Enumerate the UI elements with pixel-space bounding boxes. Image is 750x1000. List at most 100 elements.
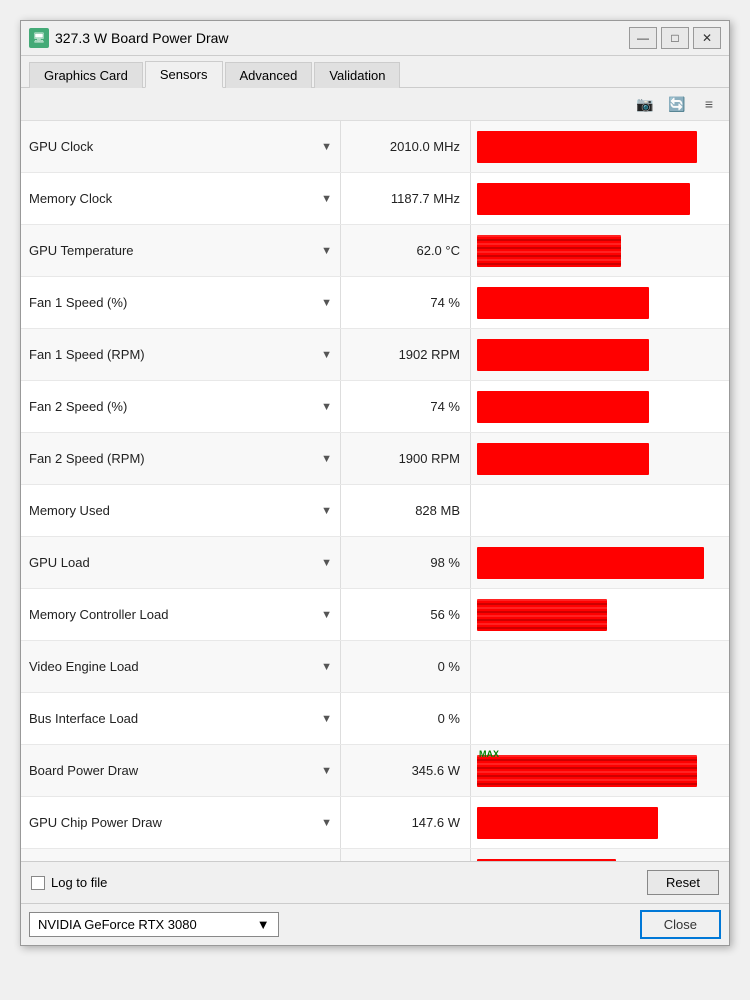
sensor-value: 2010.0 MHz xyxy=(341,121,471,172)
sensor-bar-container xyxy=(471,797,729,848)
sensor-name-text: GPU Temperature xyxy=(29,243,134,258)
max-label: MAX xyxy=(479,749,499,759)
sensor-value: 74 % xyxy=(341,381,471,432)
sensor-value: 1900 RPM xyxy=(341,433,471,484)
sensor-bar-container xyxy=(471,381,729,432)
sensor-row: Fan 2 Speed (%) ▼ 74 % xyxy=(21,381,729,433)
tab-validation[interactable]: Validation xyxy=(314,62,400,88)
gpu-selector[interactable]: NVIDIA GeForce RTX 3080 ▼ xyxy=(29,912,279,937)
sensor-dropdown-arrow[interactable]: ▼ xyxy=(321,505,332,517)
sensor-name-cell: Board Power Draw ▼ xyxy=(21,745,341,796)
sensor-bar-container xyxy=(471,121,729,172)
sensor-value: 1902 RPM xyxy=(341,329,471,380)
sensor-name-cell: GPU Temperature ▼ xyxy=(21,225,341,276)
sensor-name-cell: Memory Used ▼ xyxy=(21,485,341,536)
sensor-bar-container xyxy=(471,329,729,380)
window-title: 327.3 W Board Power Draw xyxy=(55,30,229,46)
sensor-value: 0 % xyxy=(341,641,471,692)
tab-sensors[interactable]: Sensors xyxy=(145,61,223,88)
tab-graphics-card[interactable]: Graphics Card xyxy=(29,62,143,88)
sensor-name-text: Memory Controller Load xyxy=(29,607,168,622)
sensor-row: Memory Used ▼ 828 MB xyxy=(21,485,729,537)
sensor-bar xyxy=(477,651,709,683)
title-bar-left: 🖥 327.3 W Board Power Draw xyxy=(29,28,229,48)
sensor-name-cell: GPU Chip Power Draw ▼ xyxy=(21,797,341,848)
sensor-name-cell: Video Engine Load ▼ xyxy=(21,641,341,692)
sensor-bar xyxy=(477,391,649,423)
sensor-name-text: Board Power Draw xyxy=(29,763,138,778)
tab-bar: Graphics Card Sensors Advanced Validatio… xyxy=(21,56,729,88)
sensor-name-cell: Fan 2 Speed (%) ▼ xyxy=(21,381,341,432)
sensor-row: GPU Chip Power Draw ▼ 147.6 W xyxy=(21,797,729,849)
sensor-bar xyxy=(477,859,616,862)
minimize-button[interactable]: — xyxy=(629,27,657,49)
sensor-dropdown-arrow[interactable]: ▼ xyxy=(321,401,332,413)
sensor-value: 98 % xyxy=(341,537,471,588)
sensor-dropdown-arrow[interactable]: ▼ xyxy=(321,661,332,673)
sensor-name-cell: Fan 2 Speed (RPM) ▼ xyxy=(21,433,341,484)
gpu-selector-arrow: ▼ xyxy=(257,917,270,932)
sensor-row: Video Engine Load ▼ 0 % xyxy=(21,641,729,693)
bottom-bar: NVIDIA GeForce RTX 3080 ▼ Close xyxy=(21,903,729,945)
sensor-dropdown-arrow[interactable]: ▼ xyxy=(321,193,332,205)
sensor-dropdown-arrow[interactable]: ▼ xyxy=(321,141,332,153)
sensor-value: 62.0 °C xyxy=(341,225,471,276)
footer: Log to file Reset xyxy=(21,861,729,903)
sensor-bar-container xyxy=(471,225,729,276)
sensor-value: 345.6 W xyxy=(341,745,471,796)
sensor-bar-container xyxy=(471,849,729,861)
sensor-bar xyxy=(477,599,607,631)
sensor-row: Memory Controller Load ▼ 56 % xyxy=(21,589,729,641)
sensor-name-cell: Memory Controller Load ▼ xyxy=(21,589,341,640)
sensor-dropdown-arrow[interactable]: ▼ xyxy=(321,713,332,725)
sensor-row: Board Power Draw ▼ 345.6 W MAX xyxy=(21,745,729,797)
sensor-name-text: Video Engine Load xyxy=(29,659,139,674)
sensor-dropdown-arrow[interactable]: ▼ xyxy=(321,765,332,777)
sensor-name-text: Fan 1 Speed (RPM) xyxy=(29,347,145,362)
close-window-button[interactable]: ✕ xyxy=(693,27,721,49)
main-window: 🖥 327.3 W Board Power Draw — □ ✕ Graphic… xyxy=(20,20,730,946)
sensor-value: 1187.7 MHz xyxy=(341,173,471,224)
sensor-value: 828 MB xyxy=(341,485,471,536)
sensor-dropdown-arrow[interactable]: ▼ xyxy=(321,557,332,569)
sensor-bar xyxy=(477,443,649,475)
sensor-bar xyxy=(477,755,697,787)
sensor-bar-container xyxy=(471,641,729,692)
refresh-icon[interactable]: 🔄 xyxy=(665,92,689,116)
sensor-bar xyxy=(477,287,649,319)
sensor-bar-container xyxy=(471,433,729,484)
reset-button[interactable]: Reset xyxy=(647,870,719,895)
sensor-name-cell: GPU Load ▼ xyxy=(21,537,341,588)
sensor-bar xyxy=(477,183,690,215)
sensor-name-text: GPU Clock xyxy=(29,139,93,154)
menu-icon[interactable]: ≡ xyxy=(697,92,721,116)
sensor-row: GPU Load ▼ 98 % xyxy=(21,537,729,589)
sensor-dropdown-arrow[interactable]: ▼ xyxy=(321,609,332,621)
sensor-name-text: Fan 2 Speed (%) xyxy=(29,399,127,414)
sensor-dropdown-arrow[interactable]: ▼ xyxy=(321,245,332,257)
title-bar: 🖥 327.3 W Board Power Draw — □ ✕ xyxy=(21,21,729,56)
sensor-bar xyxy=(477,495,709,527)
gpu-name: NVIDIA GeForce RTX 3080 xyxy=(38,917,197,932)
sensor-name-text: Fan 1 Speed (%) xyxy=(29,295,127,310)
sensor-name-text: GPU Load xyxy=(29,555,90,570)
log-row: Log to file xyxy=(31,875,107,890)
sensor-value: 147.6 W xyxy=(341,797,471,848)
camera-icon[interactable]: 📷 xyxy=(633,92,657,116)
sensor-dropdown-arrow[interactable]: ▼ xyxy=(321,349,332,361)
sensor-name-cell: Fan 1 Speed (RPM) ▼ xyxy=(21,329,341,380)
close-button[interactable]: Close xyxy=(640,910,721,939)
sensor-name-cell: MVDDC Power Draw ▼ xyxy=(21,849,341,861)
sensor-row: Fan 1 Speed (RPM) ▼ 1902 RPM xyxy=(21,329,729,381)
sensor-bar-container xyxy=(471,277,729,328)
tab-advanced[interactable]: Advanced xyxy=(225,62,313,88)
sensor-dropdown-arrow[interactable]: ▼ xyxy=(321,817,332,829)
sensor-dropdown-arrow[interactable]: ▼ xyxy=(321,297,332,309)
sensor-bar xyxy=(477,131,697,163)
log-checkbox[interactable] xyxy=(31,876,45,890)
sensor-value: 0 % xyxy=(341,693,471,744)
sensor-bar xyxy=(477,547,704,579)
maximize-button[interactable]: □ xyxy=(661,27,689,49)
sensor-dropdown-arrow[interactable]: ▼ xyxy=(321,453,332,465)
sensor-bar-container xyxy=(471,589,729,640)
